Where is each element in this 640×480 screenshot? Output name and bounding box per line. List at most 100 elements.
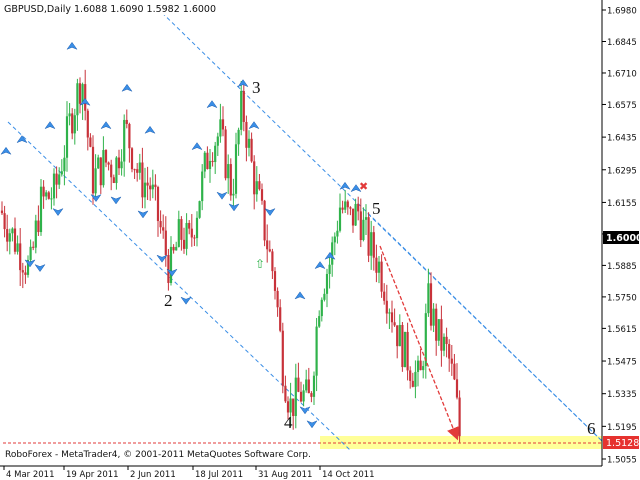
candle-body bbox=[180, 219, 183, 240]
candle-body bbox=[175, 246, 178, 251]
candle-body bbox=[159, 221, 162, 228]
candle-body bbox=[297, 377, 300, 392]
candle-body bbox=[315, 326, 318, 376]
candle-body bbox=[216, 136, 219, 146]
candle-body bbox=[34, 220, 37, 248]
current-price-value: 1.6000 bbox=[606, 233, 640, 244]
price-tick-label: 1.6710 bbox=[607, 69, 637, 79]
candle-body bbox=[234, 144, 238, 194]
target-price-tag: 1.5128 bbox=[603, 436, 639, 449]
candle-body bbox=[398, 324, 401, 347]
candle-body bbox=[37, 220, 40, 233]
candle-body bbox=[458, 397, 461, 437]
symbol-label: GBPUSD,Daily bbox=[4, 4, 71, 15]
candle-body bbox=[429, 283, 433, 326]
price-tick-label: 1.6845 bbox=[607, 38, 637, 48]
candle-body bbox=[432, 308, 435, 326]
candle-body bbox=[39, 186, 43, 233]
candle-body bbox=[263, 200, 266, 241]
candle-body bbox=[414, 371, 417, 387]
price-tick-label: 1.5885 bbox=[607, 262, 637, 272]
candle-body bbox=[16, 243, 19, 252]
candle-body bbox=[8, 233, 11, 242]
candle-body bbox=[390, 312, 394, 323]
candle-body bbox=[193, 237, 196, 239]
candle bbox=[130, 147, 134, 173]
candle-body bbox=[50, 198, 53, 200]
candle-body bbox=[151, 184, 154, 190]
candle-body bbox=[224, 129, 227, 179]
candle-body bbox=[76, 83, 79, 116]
candle-body bbox=[276, 290, 279, 308]
candle-body bbox=[281, 330, 284, 386]
candle-body bbox=[198, 201, 201, 218]
candle-body bbox=[104, 150, 108, 163]
chart-background bbox=[0, 0, 640, 480]
cross-marker-icon: ✖ bbox=[359, 180, 368, 193]
candle-body bbox=[253, 161, 256, 195]
candle-body bbox=[188, 222, 191, 229]
candle-body bbox=[86, 110, 89, 138]
candle-body bbox=[268, 249, 271, 252]
candle-body bbox=[55, 173, 58, 185]
candle bbox=[263, 199, 266, 247]
candle-body bbox=[206, 152, 209, 170]
candle-body bbox=[117, 157, 121, 169]
candle-body bbox=[99, 157, 102, 186]
candle-body bbox=[375, 257, 378, 273]
wave-label-2: 2 bbox=[164, 291, 173, 310]
candle-body bbox=[336, 230, 339, 237]
time-tick-label: 31 Aug 2011 bbox=[258, 470, 312, 480]
candle-body bbox=[45, 192, 48, 197]
candle-body bbox=[97, 157, 100, 169]
candle-body bbox=[229, 164, 232, 196]
price-tick-label: 1.6435 bbox=[607, 134, 637, 144]
candle-body bbox=[362, 219, 365, 241]
time-tick-label: 14 Oct 2011 bbox=[322, 470, 375, 480]
candle-body bbox=[169, 246, 173, 283]
candle-body bbox=[427, 283, 430, 314]
candle-body bbox=[260, 189, 264, 201]
candle bbox=[403, 331, 407, 368]
candle-body bbox=[89, 137, 92, 147]
candle-body bbox=[149, 185, 152, 190]
candle bbox=[198, 200, 201, 219]
time-tick-label: 18 Jul 2011 bbox=[195, 470, 243, 480]
candle-body bbox=[364, 217, 368, 220]
candle-body bbox=[351, 208, 355, 226]
candle-body bbox=[401, 324, 404, 368]
candle-body bbox=[357, 203, 360, 212]
price-tick-label: 1.6575 bbox=[607, 101, 637, 111]
candle-body bbox=[406, 331, 409, 371]
candle-body bbox=[411, 380, 414, 387]
candle bbox=[224, 126, 227, 181]
candle-body bbox=[60, 171, 63, 175]
candle-body bbox=[6, 229, 9, 242]
candle-body bbox=[422, 366, 425, 371]
wave-label-4: 4 bbox=[284, 413, 293, 432]
candle-body bbox=[47, 192, 50, 199]
candle-body bbox=[312, 375, 316, 397]
candle-body bbox=[354, 203, 357, 226]
candle-body bbox=[227, 164, 230, 179]
candle-body bbox=[133, 169, 136, 171]
candle-body bbox=[94, 168, 97, 194]
candle-body bbox=[52, 173, 56, 199]
candle-body bbox=[279, 307, 282, 331]
candle-body bbox=[219, 119, 222, 137]
candle-body bbox=[211, 160, 214, 163]
candle-body bbox=[143, 182, 147, 198]
candle bbox=[458, 390, 461, 443]
candle-body bbox=[240, 91, 243, 130]
candle-body bbox=[120, 161, 123, 169]
candle-body bbox=[190, 228, 193, 238]
candle-body bbox=[203, 152, 206, 172]
price-tick-label: 1.5195 bbox=[607, 423, 637, 433]
ohlc-label: 1.6088 1.6090 1.5982 1.6000 bbox=[74, 4, 216, 15]
candle-body bbox=[437, 319, 440, 341]
candle-body bbox=[305, 379, 308, 391]
candle-body bbox=[435, 308, 438, 341]
candle-body bbox=[3, 213, 6, 230]
candle-body bbox=[29, 246, 32, 260]
candle-body bbox=[338, 207, 342, 231]
